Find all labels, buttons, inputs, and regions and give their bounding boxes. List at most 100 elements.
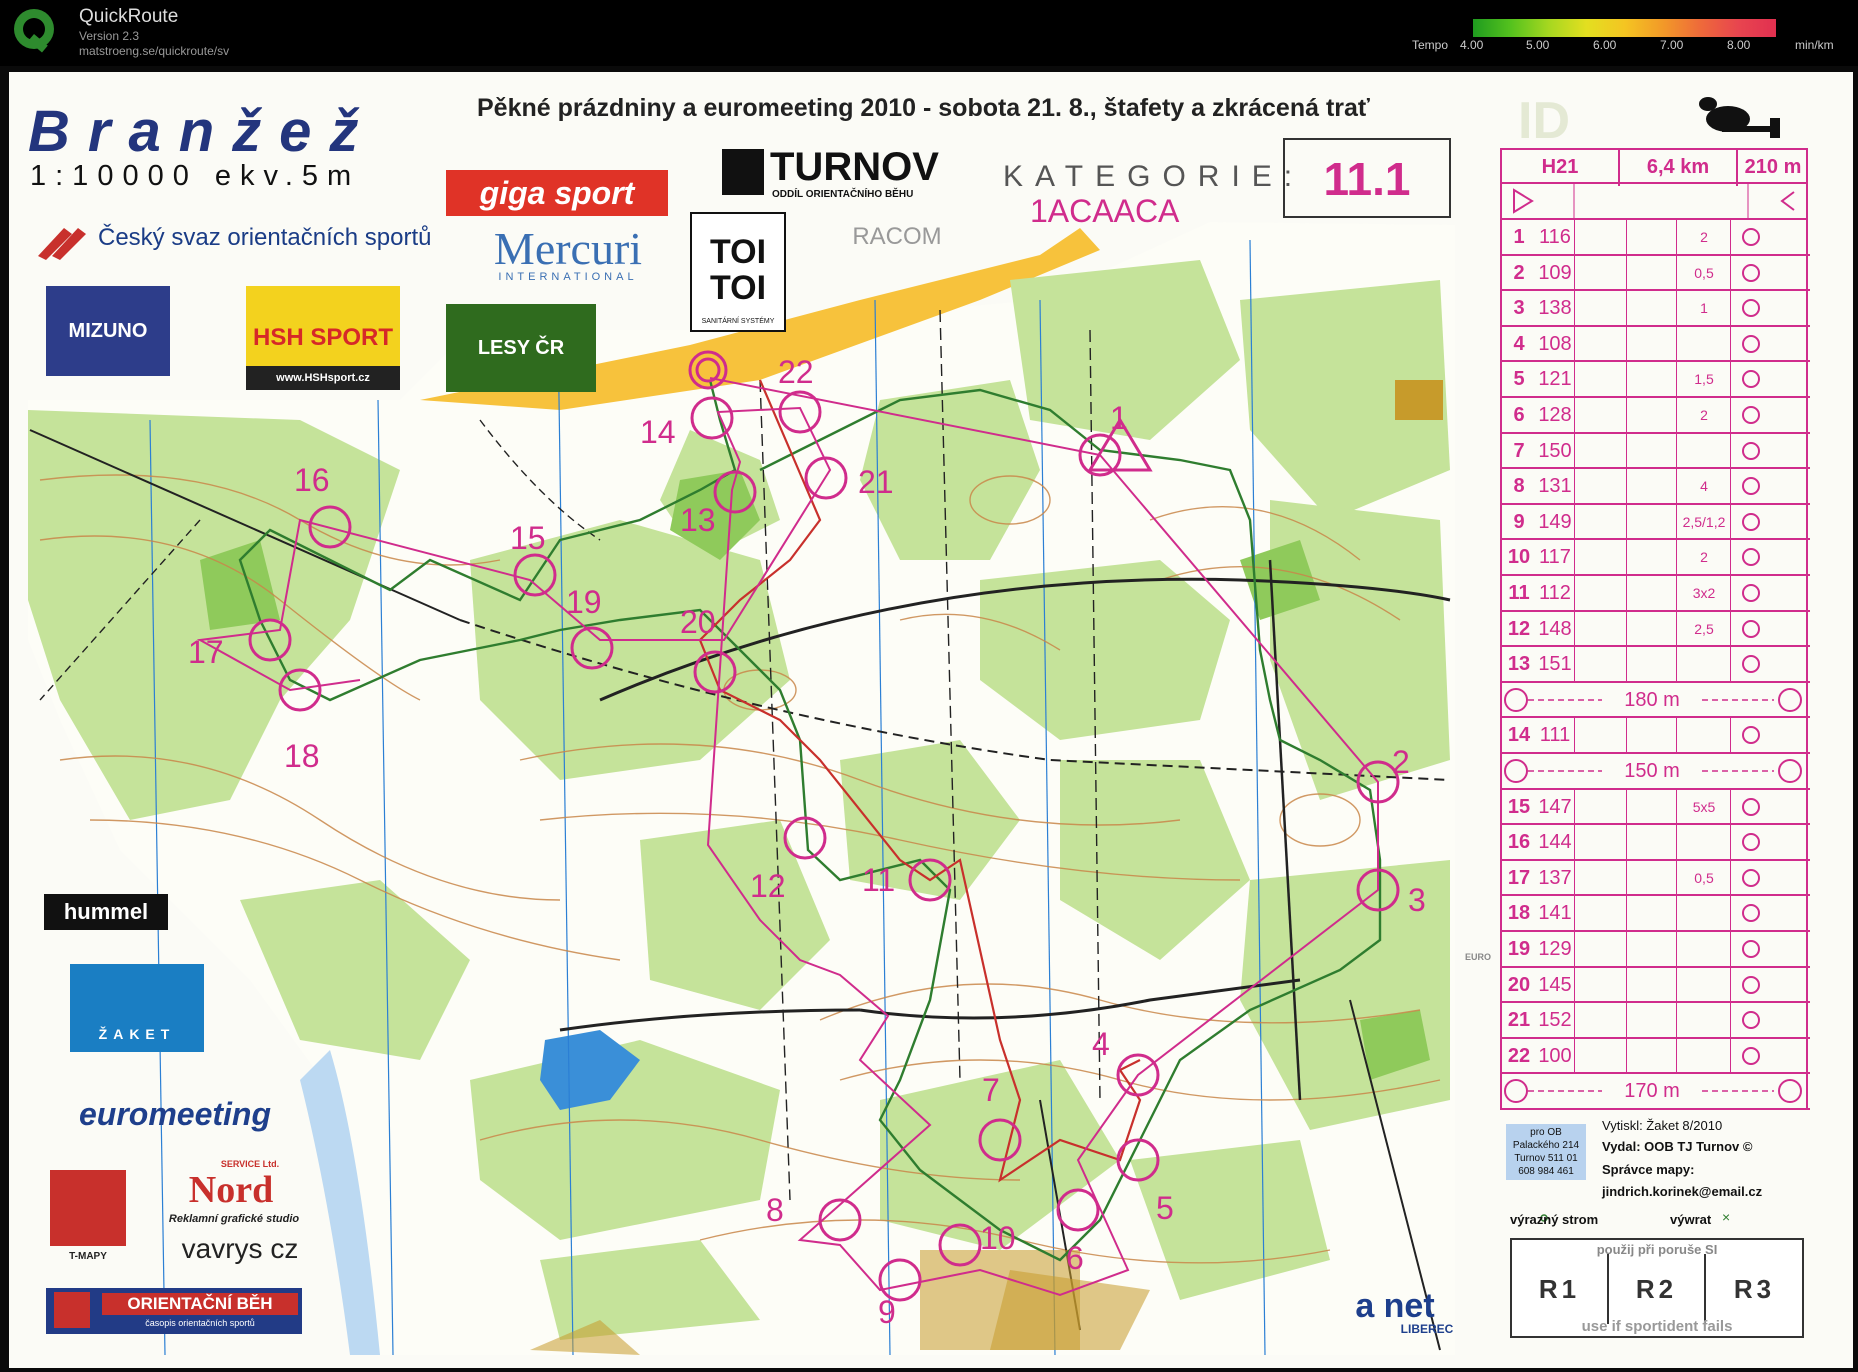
cd-rows: 1 116 2 2 109 0,5 3 138 1 4 108 5 121 1,5 6 128 2 7 150 8 13… xyxy=(1500,220,1810,1110)
cd-column-divider xyxy=(1574,860,1575,897)
cd-column-divider xyxy=(1676,220,1677,256)
cd-column-divider xyxy=(1676,896,1677,932)
cd-feature-symbol-icon xyxy=(1742,477,1760,496)
cd-control-number: 1 xyxy=(1513,226,1525,248)
cd-control-number: 2 xyxy=(1513,261,1525,284)
cd-feature-symbol-icon xyxy=(1742,904,1760,923)
cd-feature-symbol-icon xyxy=(1742,940,1760,958)
cd-header-row: H21 6,4 km 210 m xyxy=(1500,148,1808,186)
cd-control-number: 13 xyxy=(1507,653,1531,676)
cd-tape-length: 180 m xyxy=(1624,688,1680,711)
cd-control-number: 15 xyxy=(1507,795,1531,818)
cd-column-divider xyxy=(1574,504,1575,541)
cd-control-number: 16 xyxy=(1507,831,1531,854)
cd-column-divider xyxy=(1730,362,1731,398)
cd-column-divider xyxy=(1626,967,1627,1004)
print-info-line: Turnov 511 01 xyxy=(1514,1153,1578,1164)
cd-tape-row: 180 m xyxy=(1502,683,1810,719)
cd-column-divider xyxy=(1730,718,1731,754)
orientacni-beh-logo: ORIENTAČNÍ BĚH časopis orientačních spor… xyxy=(46,1288,302,1334)
mizuno-logo: MIZUNO xyxy=(46,286,170,376)
cd-feature-symbol-icon xyxy=(1742,868,1760,887)
toitoi-logo: TOI TOI SANITÁRNÍ SYSTÉMY xyxy=(690,212,786,332)
anet-logo: a net xyxy=(1355,1286,1435,1325)
cd-feature-symbol-icon xyxy=(1742,584,1760,602)
orientacni-beh-logo-text: ORIENTAČNÍ BĚH xyxy=(102,1293,298,1315)
cd-control-number: 20 xyxy=(1507,973,1531,996)
cd-control-number: 8 xyxy=(1513,475,1525,498)
cd-control-code: 108 xyxy=(1538,332,1572,355)
cd-column-divider xyxy=(1730,255,1731,292)
cd-column-divider xyxy=(1574,326,1575,363)
cd-column-divider xyxy=(1730,540,1731,576)
cd-feature-symbol-icon xyxy=(1742,512,1760,531)
cd-dimension xyxy=(1676,1003,1732,1039)
cd-column-divider xyxy=(1626,718,1627,754)
cd-feature-symbol-icon xyxy=(1742,833,1760,852)
turnov-logo: TURNOV ODDÍL ORIENTAČNÍHO BĚHU xyxy=(722,145,974,200)
cd-control-row: 9 149 2,5/1,2 xyxy=(1502,504,1810,541)
cd-control-number: 4 xyxy=(1513,332,1525,355)
federation-name: Český svaz orientačních sportů xyxy=(98,224,432,251)
cd-column-divider xyxy=(1676,504,1677,541)
cd-control-row: 8 131 4 xyxy=(1502,469,1810,505)
cd-feature-symbol-icon xyxy=(1742,619,1760,638)
cd-column-divider xyxy=(1676,611,1677,648)
cd-column-divider xyxy=(1730,291,1731,327)
cd-dimension: 5x5 xyxy=(1692,798,1716,815)
cd-feature-symbol-icon xyxy=(1742,1046,1760,1065)
cd-dimension xyxy=(1676,968,1732,1004)
cd-column-divider xyxy=(1574,718,1575,754)
cd-column-divider xyxy=(1574,932,1575,968)
cd-column-divider xyxy=(1626,433,1627,470)
cd-column-divider xyxy=(1626,896,1627,932)
uprooted-tree-symbol-icon: × xyxy=(1722,1209,1730,1225)
lesycr-logo: LESY ČR xyxy=(446,304,596,392)
footer-email[interactable]: jindrich.korinek@email.cz xyxy=(1602,1184,1762,1199)
cd-dimension: 2 xyxy=(1700,229,1708,245)
cd-column-divider xyxy=(1730,469,1731,505)
cd-control-row: 3 138 1 xyxy=(1502,291,1810,327)
cd-feature-symbol-icon xyxy=(1742,441,1760,460)
cd-start-row xyxy=(1500,184,1808,220)
cd-length: 6,4 km xyxy=(1620,150,1738,186)
cd-control-number: 19 xyxy=(1507,938,1531,960)
cd-column-divider xyxy=(1676,789,1677,826)
cd-dimension xyxy=(1676,327,1732,363)
mercuri-logo-subtitle: INTERNATIONAL xyxy=(498,271,638,283)
cd-feature-symbol-icon xyxy=(1742,548,1760,567)
cd-column-divider xyxy=(1574,896,1575,932)
cd-column-divider xyxy=(1676,718,1677,754)
cd-control-row: 14 111 xyxy=(1502,718,1810,754)
cd-control-code: 112 xyxy=(1539,582,1571,604)
cd-control-number: 18 xyxy=(1507,902,1531,925)
cd-column-divider xyxy=(1626,576,1627,612)
cd-control-code: 121 xyxy=(1538,368,1572,391)
euro-logo-fragment: EURO xyxy=(1464,952,1491,962)
id-logo: ID xyxy=(1518,92,1570,150)
cd-column-divider xyxy=(1574,647,1575,683)
cd-column-divider xyxy=(1730,433,1731,470)
cd-feature-symbol-icon xyxy=(1742,797,1760,816)
cd-column-divider xyxy=(1676,932,1677,968)
cd-column-divider xyxy=(1676,326,1677,363)
backup-r1: R1 xyxy=(1512,1254,1609,1324)
cd-feature-symbol-icon xyxy=(1742,370,1760,389)
cd-column-divider xyxy=(1626,504,1627,541)
cd-column-divider xyxy=(1730,860,1731,897)
cd-column-divider xyxy=(1676,433,1677,470)
cd-control-code: 111 xyxy=(1539,724,1571,747)
print-info-line: pro OB xyxy=(1530,1127,1562,1138)
print-info-line: Palackého 214 xyxy=(1512,1140,1580,1151)
cd-control-number: 9 xyxy=(1513,510,1525,533)
cd-column-divider xyxy=(1626,1038,1627,1075)
cd-dimension: 2 xyxy=(1700,549,1708,566)
csos-logo-icon xyxy=(38,228,86,260)
turnov-logo-text: TURNOV xyxy=(770,145,939,189)
cd-column-divider xyxy=(1626,1003,1627,1039)
backup-r3: R3 xyxy=(1733,1274,1776,1304)
legend-tree-label: výrazný strom xyxy=(1510,1212,1599,1227)
cd-column-divider xyxy=(1626,860,1627,897)
backup-r2: R2 xyxy=(1609,1254,1706,1324)
cd-tape-length: 150 m xyxy=(1624,760,1680,782)
